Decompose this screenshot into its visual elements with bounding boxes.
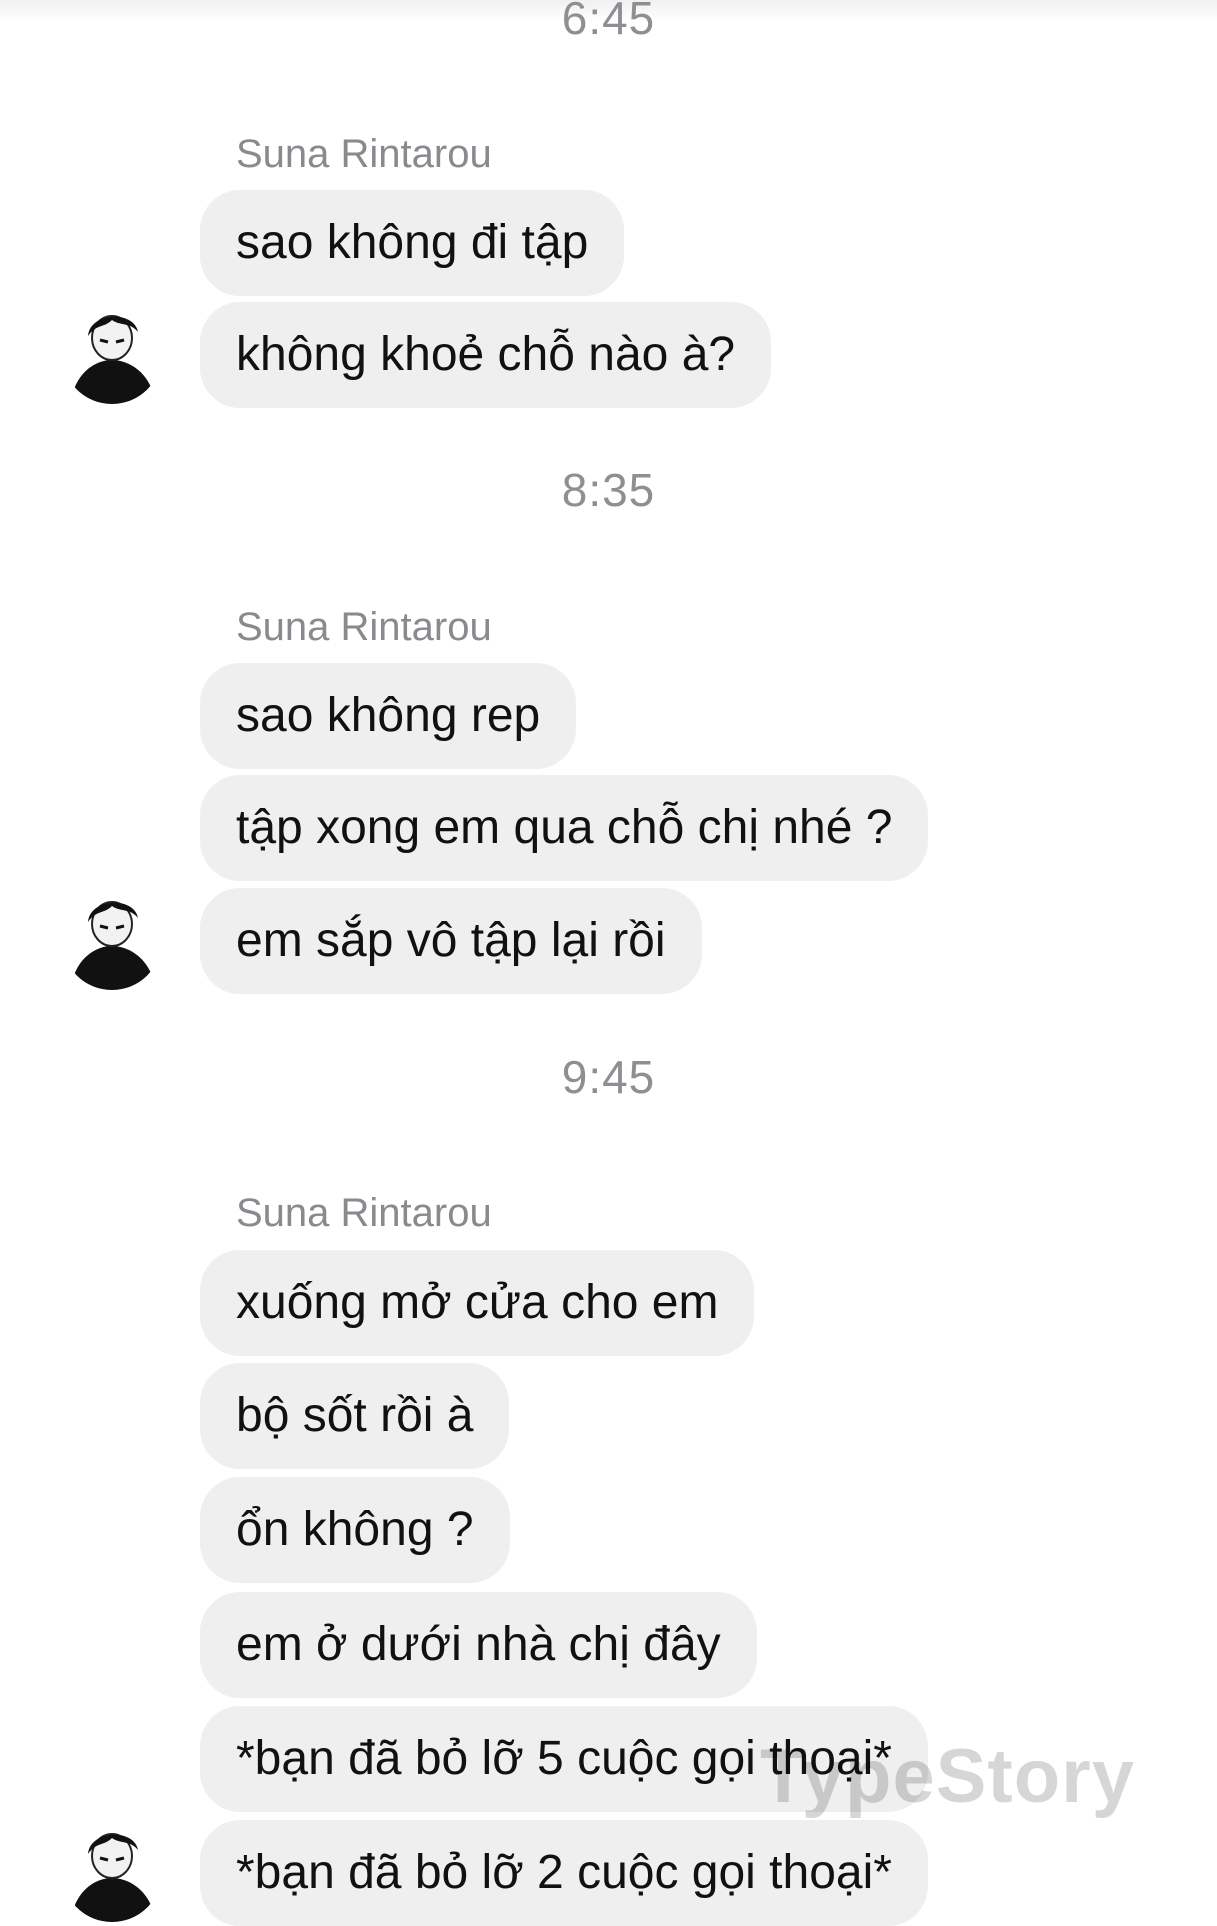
message-bubble[interactable]: em sắp vô tập lại rồi	[200, 888, 702, 994]
profile-avatar-icon[interactable]	[60, 888, 164, 992]
message-bubble[interactable]: tập xong em qua chỗ chị nhé ?	[200, 775, 929, 881]
watermark: TypeStory	[760, 1734, 1136, 1819]
sender-name: Suna Rintarou	[236, 1191, 492, 1235]
message-bubble[interactable]: không khoẻ chỗ nào à?	[200, 302, 772, 408]
profile-avatar-icon[interactable]	[60, 302, 164, 406]
message-bubble[interactable]: *bạn đã bỏ lỡ 2 cuộc gọi thoại*	[200, 1820, 928, 1926]
message-bubble[interactable]: sao không rep	[200, 663, 577, 769]
timestamp: 6:45	[561, 0, 656, 44]
message-bubble[interactable]: em ở dưới nhà chị đây	[200, 1592, 757, 1698]
message-bubble[interactable]: sao không đi tập	[200, 190, 625, 296]
timestamp: 9:45	[561, 1051, 656, 1103]
timestamp: 8:35	[561, 464, 656, 516]
sender-name: Suna Rintarou	[236, 605, 492, 649]
sender-name: Suna Rintarou	[236, 132, 492, 176]
message-bubble[interactable]: xuống mở cửa cho em	[200, 1250, 755, 1356]
message-bubble[interactable]: ổn không ?	[200, 1477, 510, 1583]
profile-avatar-icon[interactable]	[60, 1820, 164, 1924]
message-bubble[interactable]: bộ sốt rồi à	[200, 1363, 510, 1469]
